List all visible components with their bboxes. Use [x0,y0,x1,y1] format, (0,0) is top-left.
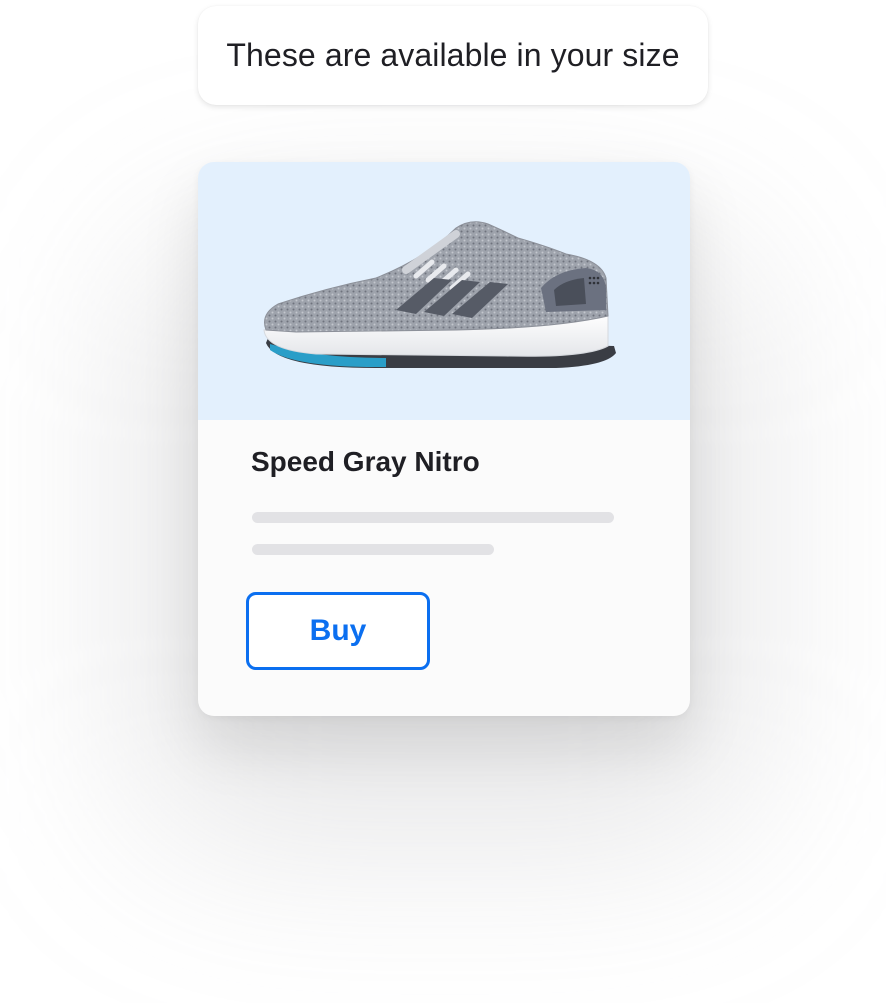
placeholder-line [252,544,494,555]
running-shoe-image [263,221,616,368]
product-card[interactable]: Speed Gray Nitro Buy [198,162,690,716]
message-text: These are available in your size [226,37,680,73]
placeholder-line [252,512,614,523]
product-suggestion-screen: These are available in your size Speed G… [0,0,886,1003]
message-bubble: These are available in your size [198,6,708,105]
buy-button[interactable]: Buy [246,592,430,670]
product-title: Speed Gray Nitro [251,446,480,477]
product-image-area[interactable] [198,162,690,420]
